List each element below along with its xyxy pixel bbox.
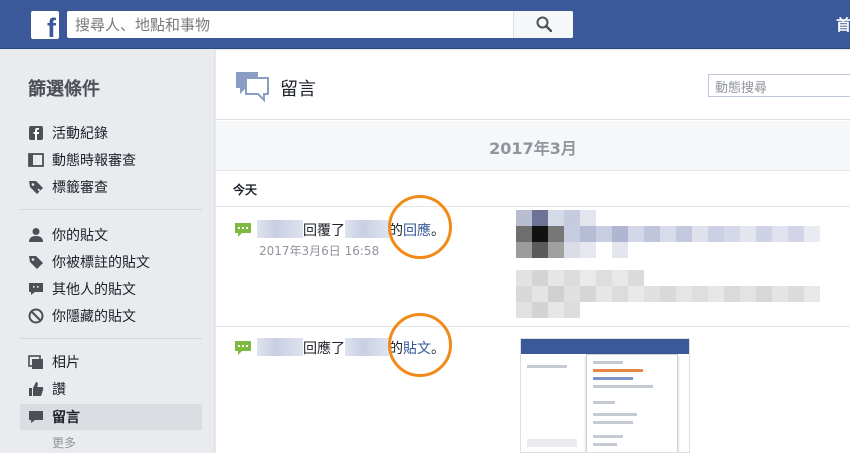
sidebar-item-label: 留言 xyxy=(52,410,80,426)
search-icon xyxy=(536,16,552,32)
comment-icon xyxy=(29,411,43,423)
sidebar-item-comments[interactable]: 留言 xyxy=(20,404,202,430)
tag-icon xyxy=(29,256,43,269)
activity-log-content: 留言 動態搜尋 2017年3月 今天 回覆了 的回應。 2017年3月6日 16:… xyxy=(216,50,850,453)
thumbnail-dropdown xyxy=(586,354,678,452)
sidebar-item-label: 你的貼文 xyxy=(52,228,108,244)
month-section-header: 2017年3月 xyxy=(216,121,850,171)
sidebar-item-your-posts[interactable]: 你的貼文 xyxy=(20,222,202,248)
blurred-user-name[interactable] xyxy=(345,338,389,356)
blurred-user-name[interactable] xyxy=(257,338,303,356)
sidebar-item-tagged-posts[interactable]: 你被標註的貼文 xyxy=(20,249,202,275)
entry-timestamp[interactable]: 2017年3月6日 16:58 xyxy=(259,242,379,259)
page-title: 留言 xyxy=(280,79,316,100)
post-screenshot-thumbnail[interactable] xyxy=(520,338,690,453)
sidebar-item-label: 動態時報審查 xyxy=(52,153,136,169)
content-header: 留言 動態搜尋 xyxy=(216,50,850,120)
sidebar-item-label: 讚 xyxy=(52,382,66,398)
sidebar-item-label: 相片 xyxy=(52,355,80,371)
sidebar-item-hidden-posts[interactable]: 你隱藏的貼文 xyxy=(20,303,202,329)
home-link[interactable]: 首頁 xyxy=(836,14,850,35)
sidebar-divider xyxy=(20,209,202,210)
sidebar-item-photos[interactable]: 相片 xyxy=(20,349,202,375)
day-label: 今天 xyxy=(233,183,258,197)
tag-review-icon xyxy=(29,181,43,194)
photos-icon xyxy=(28,355,43,369)
search-input[interactable]: 搜尋人、地點和事物 xyxy=(67,11,573,38)
thumbnail-line xyxy=(527,365,567,368)
sidebar-item-timeline-review[interactable]: 動態時報審查 xyxy=(20,147,202,173)
entry-verb: 回覆了 xyxy=(303,223,345,239)
sidebar-item-likes[interactable]: 讚 xyxy=(20,376,202,402)
thumbnail-top-bar xyxy=(521,339,689,354)
search-placeholder: 搜尋人、地點和事物 xyxy=(75,16,211,34)
comments-icon xyxy=(236,72,269,102)
sidebar-item-label: 你被標註的貼文 xyxy=(52,255,150,271)
facebook-logo-letter: f xyxy=(47,13,56,40)
highlight-ring xyxy=(388,313,452,377)
sidebar-title: 篩選條件 xyxy=(28,79,100,100)
blurred-user-name[interactable] xyxy=(345,220,389,238)
facebook-logo[interactable]: f xyxy=(31,11,59,39)
comment-icon xyxy=(235,223,251,237)
sidebar-item-label: 標籤審查 xyxy=(52,180,108,196)
activity-search-placeholder: 動態搜尋 xyxy=(715,81,768,96)
sidebar-item-activity-log[interactable]: 活動紀錄 xyxy=(20,120,202,146)
more-link[interactable]: 更多 xyxy=(52,434,76,451)
sidebar-divider xyxy=(20,338,202,339)
sidebar-item-label: 活動紀錄 xyxy=(52,126,108,142)
timeline-icon xyxy=(28,153,44,167)
activity-search-input[interactable]: 動態搜尋 xyxy=(708,74,850,97)
facebook-icon xyxy=(29,126,43,140)
comment-icon xyxy=(235,341,251,355)
thumbnail-line xyxy=(527,439,577,447)
filter-sidebar: 篩選條件 活動紀錄 動態時報審查 標籤審查 你的貼文 你被標註的貼文 其他人的貼… xyxy=(0,50,215,453)
comment-icon xyxy=(29,283,43,295)
hidden-icon xyxy=(28,308,44,324)
sidebar-item-others-posts[interactable]: 其他人的貼文 xyxy=(20,276,202,302)
entry-verb: 回應了 xyxy=(303,341,345,357)
blurred-user-name[interactable] xyxy=(257,220,303,238)
blurred-preview[interactable] xyxy=(516,210,850,318)
row-divider xyxy=(216,326,850,327)
person-icon xyxy=(29,228,43,242)
sidebar-item-label: 其他人的貼文 xyxy=(52,282,136,298)
row-divider xyxy=(216,206,850,207)
like-icon xyxy=(29,382,44,396)
top-navigation-bar: f 搜尋人、地點和事物 首頁 xyxy=(0,0,850,49)
search-button[interactable] xyxy=(513,11,573,38)
sidebar-item-tag-review[interactable]: 標籤審查 xyxy=(20,174,202,200)
highlight-ring xyxy=(388,195,452,259)
month-label: 2017年3月 xyxy=(489,139,577,158)
sidebar-item-label: 你隱藏的貼文 xyxy=(52,309,136,325)
